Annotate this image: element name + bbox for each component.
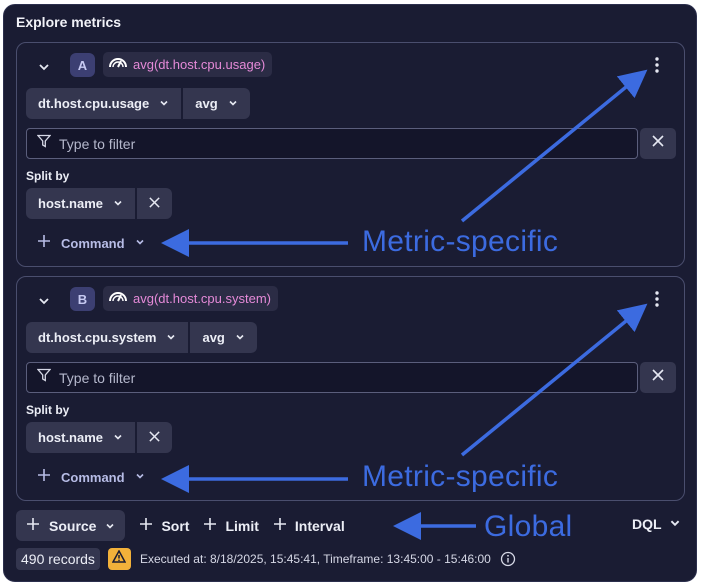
plus-icon [139,517,153,534]
warning-icon [112,549,127,568]
aggregation-select[interactable]: avg [181,88,250,119]
split-dimension-select[interactable]: host.name [26,188,136,219]
collapse-chevron-icon[interactable] [37,294,51,308]
panel-title: Explore metrics [16,14,122,30]
annotation-global: Global [484,510,573,543]
metric-select-label: dt.host.cpu.usage [38,96,150,111]
warning-badge[interactable] [107,548,131,570]
filter-input[interactable]: Type to filter [26,128,638,159]
split-by-control: host.name [26,422,173,453]
chevron-down-icon [235,330,245,345]
filter-input[interactable]: Type to filter [26,362,638,393]
more-options-icon[interactable] [647,55,667,75]
chevron-down-icon [159,96,169,111]
split-dimension-label: host.name [38,430,104,445]
split-by-label: Split by [26,403,70,417]
interval-label: Interval [294,517,345,534]
interval-button[interactable]: Interval [273,510,345,541]
command-label: Command [61,235,125,251]
query-expression-text: avg(dt.host.cpu.usage) [133,57,266,72]
query-letter-badge: B [70,287,95,311]
plus-icon [26,517,40,534]
filter-placeholder: Type to filter [59,369,136,386]
close-icon [651,368,665,387]
query-letter-badge: A [70,53,95,77]
query-expression-text: avg(dt.host.cpu.system) [133,291,271,306]
add-command-button[interactable]: Command [37,467,145,487]
metric-aggregation-selector: dt.host.cpu.system avg [26,322,257,353]
gauge-icon [108,288,128,309]
split-by-label: Split by [26,169,70,183]
global-toolbar: Source Sort Limit Interval [16,510,345,541]
chevron-down-icon [113,196,123,211]
split-by-control: host.name [26,188,173,219]
clear-filter-button[interactable] [640,362,676,393]
annotation-metric-specific-b: Metric-specific [362,460,559,493]
dql-label: DQL [632,516,662,532]
query-expression: avg(dt.host.cpu.usage) [103,52,273,77]
chevron-down-icon [228,96,238,111]
filter-icon [36,368,52,387]
source-button[interactable]: Source [16,510,126,541]
metric-select[interactable]: dt.host.cpu.usage [26,88,182,119]
execution-info: Executed at: 8/18/2025, 15:45:41, Timefr… [139,552,491,566]
close-icon [148,430,161,446]
filter-icon [36,134,52,153]
remove-split-button[interactable] [135,188,173,219]
info-icon[interactable] [500,551,516,567]
sort-label: Sort [161,517,190,534]
chevron-down-icon [135,234,145,252]
close-icon [651,134,665,153]
plus-icon [37,468,51,487]
plus-icon [273,517,287,534]
query-expression: avg(dt.host.cpu.system) [103,286,278,311]
more-options-icon[interactable] [647,289,667,309]
dql-toggle-button[interactable]: DQL [632,516,681,532]
plus-icon [203,517,217,534]
source-label: Source [49,517,97,534]
limit-button[interactable]: Limit [203,510,259,541]
chevron-down-icon [166,330,176,345]
records-count-badge: 490 records [16,548,100,570]
aggregation-select-label: avg [202,330,225,345]
chevron-down-icon [105,518,115,534]
chevron-down-icon [669,516,681,532]
status-bar: 490 records Executed at: 8/18/2025, 15:4… [16,548,516,570]
chevron-down-icon [113,430,123,445]
limit-label: Limit [225,517,259,534]
close-icon [148,196,161,212]
sort-button[interactable]: Sort [139,510,189,541]
annotation-metric-specific-a: Metric-specific [362,225,559,258]
metric-select-label: dt.host.cpu.system [38,330,157,345]
gauge-icon [108,54,128,75]
query-card-a: A avg(dt.host.cpu.usage) dt.host.cpu.usa… [16,42,685,267]
split-dimension-label: host.name [38,196,104,211]
collapse-chevron-icon[interactable] [37,60,51,74]
add-command-button[interactable]: Command [37,233,145,253]
aggregation-select-label: avg [195,96,218,111]
plus-icon [37,234,51,253]
aggregation-select[interactable]: avg [188,322,257,353]
remove-split-button[interactable] [135,422,173,453]
metric-select[interactable]: dt.host.cpu.system [26,322,189,353]
clear-filter-button[interactable] [640,128,676,159]
query-card-b: B avg(dt.host.cpu.system) dt.host.cpu.sy… [16,276,685,501]
command-label: Command [61,469,125,485]
filter-placeholder: Type to filter [59,135,136,152]
split-dimension-select[interactable]: host.name [26,422,136,453]
chevron-down-icon [135,468,145,486]
metric-aggregation-selector: dt.host.cpu.usage avg [26,88,250,119]
